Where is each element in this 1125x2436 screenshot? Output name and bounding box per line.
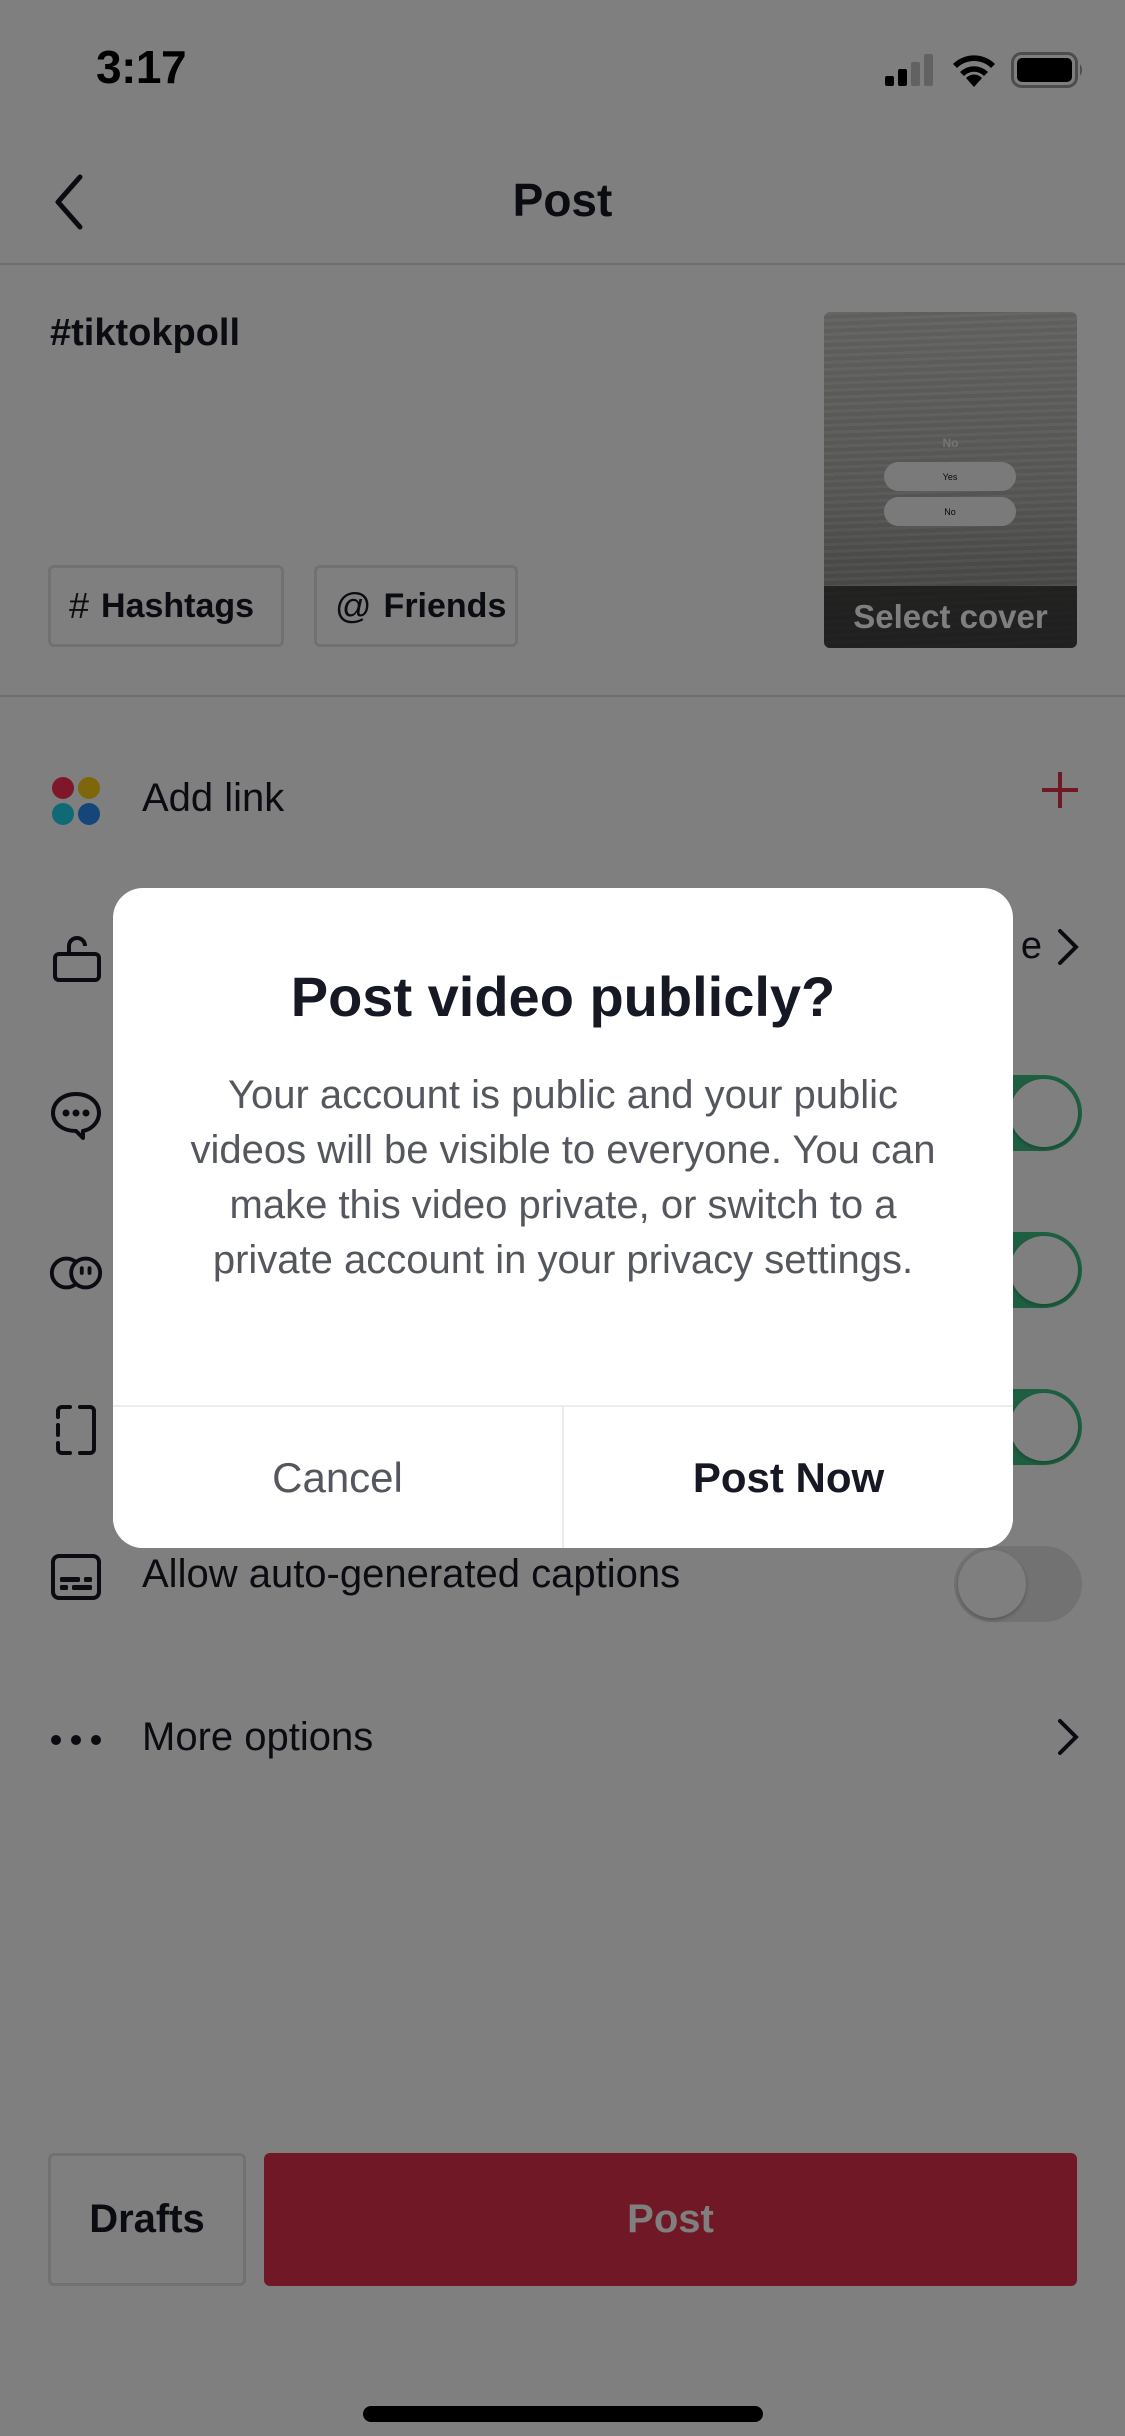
- cancel-button[interactable]: Cancel: [113, 1407, 564, 1548]
- dialog-message: Your account is public and your public v…: [190, 1073, 936, 1282]
- home-indicator[interactable]: [363, 2406, 763, 2422]
- dialog-actions: Cancel Post Now: [113, 1405, 1013, 1548]
- post-publicly-dialog: Post video publicly? Your account is pub…: [113, 888, 1013, 1548]
- dialog-title: Post video publicly?: [290, 965, 836, 1028]
- post-now-button[interactable]: Post Now: [564, 1407, 1013, 1548]
